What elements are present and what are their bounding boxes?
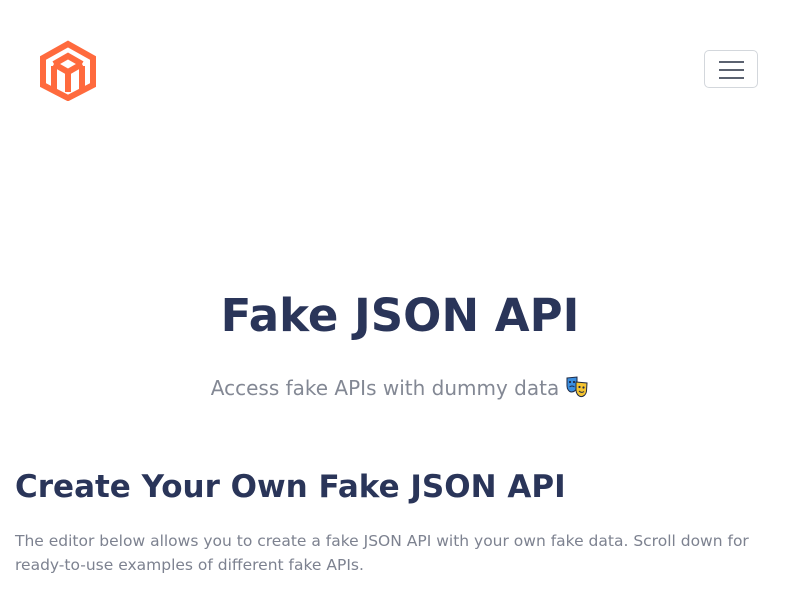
hero-title: Fake JSON API [220,289,580,342]
hamburger-menu-icon [719,61,744,79]
hero-subtitle-text: Access fake APIs with dummy data [210,376,560,400]
section-description: The editor below allows you to create a … [15,532,749,574]
menu-toggle-button[interactable] [704,50,758,88]
hero-subtitle: Access fake APIs with dummy data [0,373,800,403]
section-title: Create Your Own Fake JSON API [15,469,566,505]
theater-masks-icon [565,375,589,399]
cube-m-logo-icon[interactable] [38,40,98,102]
page: Fake JSON API Access fake APIs with dumm… [0,0,800,600]
